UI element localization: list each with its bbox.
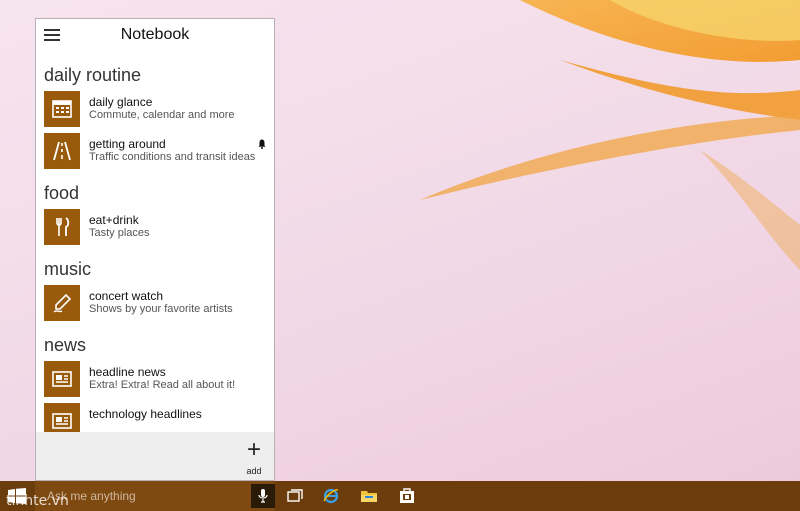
notebook-panel: Notebook daily routine daily glance Comm… xyxy=(35,18,275,481)
pen-icon xyxy=(44,285,80,321)
notebook-list[interactable]: daily routine daily glance Commute, cale… xyxy=(36,59,274,432)
plus-icon: + xyxy=(246,436,261,463)
item-title: technology headlines xyxy=(89,407,202,421)
list-item-eat-drink[interactable]: eat+drink Tasty places xyxy=(44,209,274,245)
newspaper-icon xyxy=(44,403,80,432)
item-subtitle: Commute, calendar and more xyxy=(89,109,235,121)
internet-explorer-icon[interactable] xyxy=(322,487,340,505)
search-input[interactable]: Ask me anything xyxy=(35,481,275,511)
item-subtitle: Extra! Extra! Read all about it! xyxy=(89,379,236,391)
microphone-icon[interactable] xyxy=(251,484,275,508)
taskbar: Ask me anything xyxy=(0,481,800,511)
section-heading-food: food xyxy=(44,183,80,203)
task-view-icon[interactable] xyxy=(286,487,304,505)
bottom-app-bar: + add xyxy=(36,432,274,480)
item-title: headline news xyxy=(89,365,166,379)
file-explorer-icon[interactable] xyxy=(360,487,378,505)
section-heading-news: news xyxy=(44,335,87,355)
item-subtitle: Traffic conditions and transit ideas xyxy=(89,151,256,163)
list-item-concert-watch[interactable]: concert watch Shows by your favorite art… xyxy=(44,285,274,321)
panel-header: Notebook xyxy=(36,19,274,51)
calendar-icon xyxy=(44,91,80,127)
item-title: getting around xyxy=(89,137,166,151)
item-subtitle: Shows by your favorite artists xyxy=(89,303,233,315)
list-item-technology-headlines[interactable]: technology headlines xyxy=(44,403,274,432)
item-subtitle: Tasty places xyxy=(89,227,150,239)
item-title: daily glance xyxy=(89,95,153,109)
list-item-headline-news[interactable]: headline news Extra! Extra! Read all abo… xyxy=(44,361,274,397)
store-icon[interactable] xyxy=(398,487,416,505)
newspaper-icon xyxy=(44,361,80,397)
watermark-text: tinhte.vn xyxy=(6,493,69,509)
add-label: add xyxy=(246,466,262,476)
page-title: Notebook xyxy=(120,26,190,43)
section-heading-music: music xyxy=(44,259,92,279)
road-icon xyxy=(44,133,80,169)
item-title: eat+drink xyxy=(89,213,139,227)
list-item-getting-around[interactable]: getting around Traffic conditions and tr… xyxy=(44,133,274,169)
section-heading-daily-routine: daily routine xyxy=(44,65,142,85)
list-item-daily-glance[interactable]: daily glance Commute, calendar and more xyxy=(44,91,274,127)
fork-knife-icon xyxy=(44,209,80,245)
bell-icon xyxy=(258,139,266,149)
item-title: concert watch xyxy=(89,289,164,303)
add-button[interactable]: + add xyxy=(242,436,266,477)
